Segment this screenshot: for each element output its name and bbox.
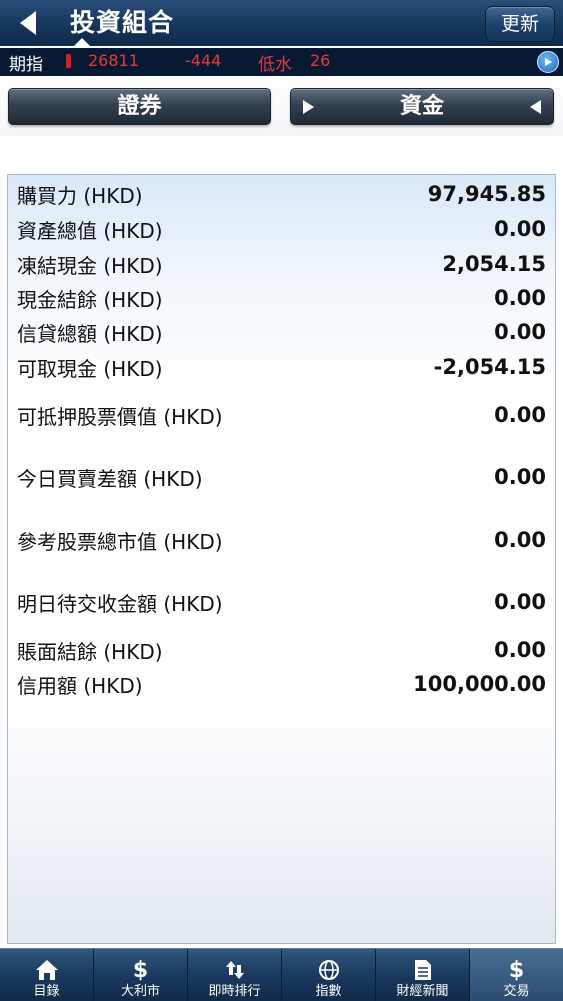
bottom-tab-bar: 目錄 $ 大利市 即時排行 指數 財經新聞 $ 交易 xyxy=(0,948,563,1001)
tab-funds-label: 資金 xyxy=(399,94,444,119)
row-label: 信用額 (HKD) xyxy=(17,673,143,698)
tab-trade[interactable]: $ 交易 xyxy=(470,949,563,1001)
list-item: 明日待交收金額 (HKD) 0.00 xyxy=(17,587,546,617)
triangle-right-icon xyxy=(303,100,314,114)
tab-index-label: 指數 xyxy=(315,984,342,999)
tab-dalishi-label: 大利市 xyxy=(120,984,160,999)
row-value: 0.00 xyxy=(494,286,546,310)
row-label: 資產總值 (HKD) xyxy=(17,218,163,243)
funds-summary-panel: 購買力 (HKD) 97,945.85 資產總值 (HKD) 0.00 凍結現金… xyxy=(7,174,556,944)
row-value: 0.00 xyxy=(494,217,546,241)
down-flag-icon xyxy=(66,54,71,68)
row-label: 今日買賣差額 (HKD) xyxy=(17,466,203,491)
ticker-next-button[interactable] xyxy=(537,51,559,73)
tab-funds[interactable]: 資金 xyxy=(290,88,554,125)
futures-ticker: 期指 26811 -444 低水 26 xyxy=(0,46,563,76)
row-value: -2,054.15 xyxy=(433,355,546,379)
row-value: 100,000.00 xyxy=(413,672,546,696)
row-label: 凍結現金 (HKD) xyxy=(17,253,163,278)
row-label: 購買力 (HKD) xyxy=(17,183,143,208)
row-value: 0.00 xyxy=(494,528,546,552)
title-pointer xyxy=(74,38,90,46)
row-value: 2,054.15 xyxy=(442,252,546,276)
row-value: 0.00 xyxy=(494,590,546,614)
tab-securities-label: 證券 xyxy=(117,94,162,119)
tab-dalishi[interactable]: $ 大利市 xyxy=(94,949,188,1001)
row-value: 0.00 xyxy=(494,638,546,662)
list-item: 購買力 (HKD) 97,945.85 xyxy=(17,179,546,209)
segment-control: 證券 資金 xyxy=(0,76,563,136)
triangle-left-icon xyxy=(530,100,541,114)
tab-news-label: 財經新聞 xyxy=(396,984,449,999)
ticker-basis-value: 26 xyxy=(310,51,331,70)
top-nav-bar: 投資組合 更新 xyxy=(0,0,563,46)
tab-menu[interactable]: 目錄 xyxy=(0,949,94,1001)
list-item: 參考股票總市值 (HKD) 0.00 xyxy=(17,525,546,555)
ticker-value: 26811 xyxy=(88,51,139,70)
list-item: 現金結餘 (HKD) 0.00 xyxy=(17,283,546,313)
tab-ranking[interactable]: 即時排行 xyxy=(188,949,282,1001)
ticker-change: -444 xyxy=(185,51,222,70)
row-label: 現金結餘 (HKD) xyxy=(17,287,163,312)
row-value: 0.00 xyxy=(494,465,546,489)
tab-ranking-label: 即時排行 xyxy=(208,984,261,999)
row-value: 0.00 xyxy=(494,320,546,344)
play-right-icon xyxy=(545,58,552,66)
back-arrow-icon xyxy=(20,11,36,35)
list-item: 凍結現金 (HKD) 2,054.15 xyxy=(17,249,546,279)
row-label: 信貸總額 (HKD) xyxy=(17,321,163,346)
row-label: 明日待交收金額 (HKD) xyxy=(17,591,223,616)
page-title: 投資組合 xyxy=(70,8,175,37)
back-button[interactable] xyxy=(14,9,42,37)
list-item: 信貸總額 (HKD) 0.00 xyxy=(17,317,546,347)
tab-news[interactable]: 財經新聞 xyxy=(376,949,470,1001)
tab-securities[interactable]: 證券 xyxy=(8,88,271,125)
row-label: 賬面結餘 (HKD) xyxy=(17,639,163,664)
list-item: 可取現金 (HKD) -2,054.15 xyxy=(17,352,546,382)
row-label: 可取現金 (HKD) xyxy=(17,356,163,381)
funds-content: 購買力 (HKD) 97,945.85 資產總值 (HKD) 0.00 凍結現金… xyxy=(0,136,563,948)
list-item: 資產總值 (HKD) 0.00 xyxy=(17,214,546,244)
list-item: 信用額 (HKD) 100,000.00 xyxy=(17,669,546,699)
list-item: 可抵押股票價值 (HKD) 0.00 xyxy=(17,400,546,430)
tab-menu-label: 目錄 xyxy=(33,984,60,999)
ticker-basis-label: 低水 xyxy=(258,55,292,75)
tab-index[interactable]: 指數 xyxy=(282,949,376,1001)
row-value: 97,945.85 xyxy=(427,182,546,206)
list-item: 今日買賣差額 (HKD) 0.00 xyxy=(17,462,546,492)
row-value: 0.00 xyxy=(494,403,546,427)
refresh-button[interactable]: 更新 xyxy=(485,6,555,42)
list-item: 賬面結餘 (HKD) 0.00 xyxy=(17,635,546,665)
tab-trade-label: 交易 xyxy=(503,984,530,999)
row-label: 可抵押股票價值 (HKD) xyxy=(17,404,223,429)
ticker-label: 期指 xyxy=(9,55,43,75)
row-label: 參考股票總市值 (HKD) xyxy=(17,529,223,554)
